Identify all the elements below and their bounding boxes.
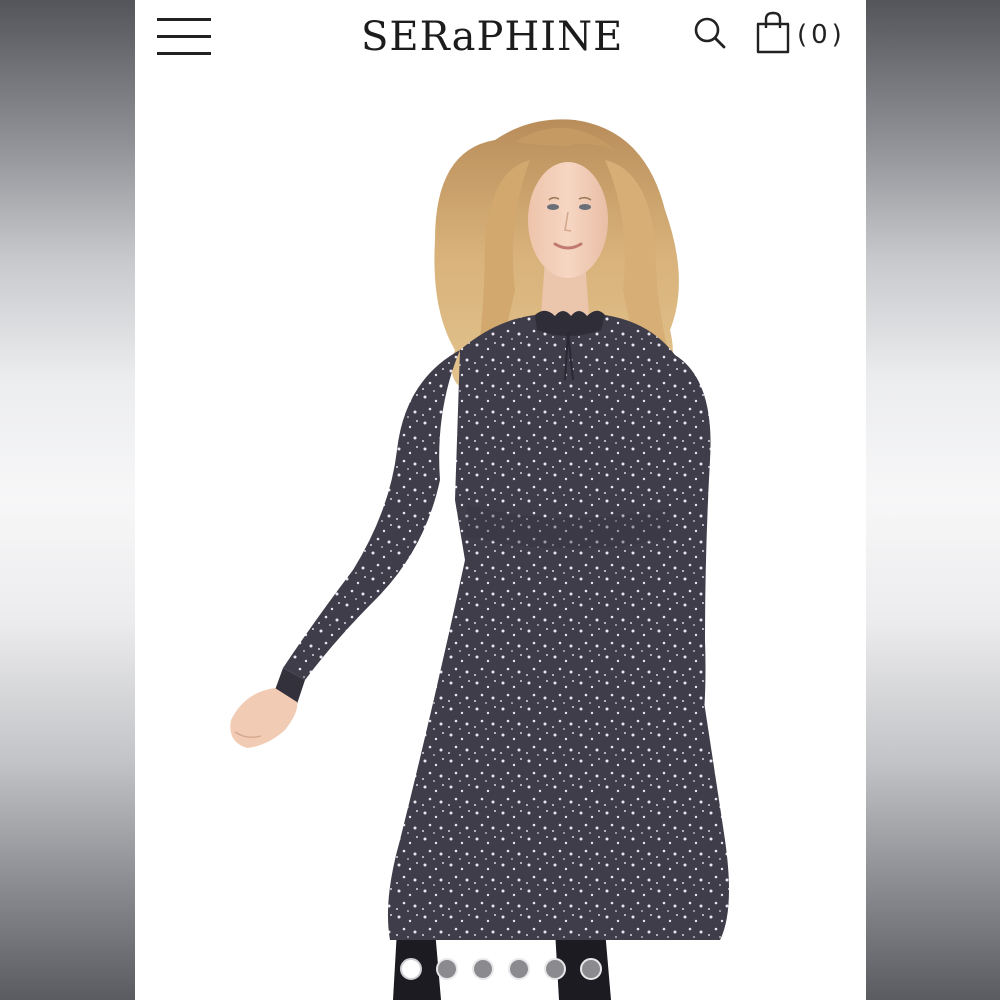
search-button[interactable]: [691, 14, 731, 54]
search-icon: [694, 17, 726, 49]
gallery-dot[interactable]: [507, 958, 530, 980]
gallery-dot[interactable]: [543, 958, 566, 980]
brand-logo[interactable]: SERaPHINE: [361, 14, 641, 60]
hamburger-menu-icon-line: [157, 35, 211, 38]
site-header: SERaPHINE (0): [135, 0, 866, 80]
gallery-dot[interactable]: [435, 958, 458, 980]
product-photo: [230, 119, 729, 1000]
hamburger-menu-icon: [157, 18, 211, 21]
gallery-dot[interactable]: [579, 958, 602, 980]
gallery-pagination: [135, 958, 866, 994]
cart-button[interactable]: (0): [753, 10, 853, 58]
product-image-gallery[interactable]: [135, 80, 866, 1000]
cart-count: (0): [797, 20, 846, 50]
gallery-dot[interactable]: [471, 958, 494, 980]
left-backdrop: [0, 0, 135, 1000]
hamburger-menu-icon-line: [157, 52, 211, 55]
shopping-bag-icon: [756, 11, 790, 54]
gallery-dot[interactable]: [399, 958, 422, 980]
menu-button[interactable]: [157, 16, 213, 60]
product-page: SERaPHINE (0): [135, 0, 866, 1000]
right-backdrop: [865, 0, 1000, 1000]
